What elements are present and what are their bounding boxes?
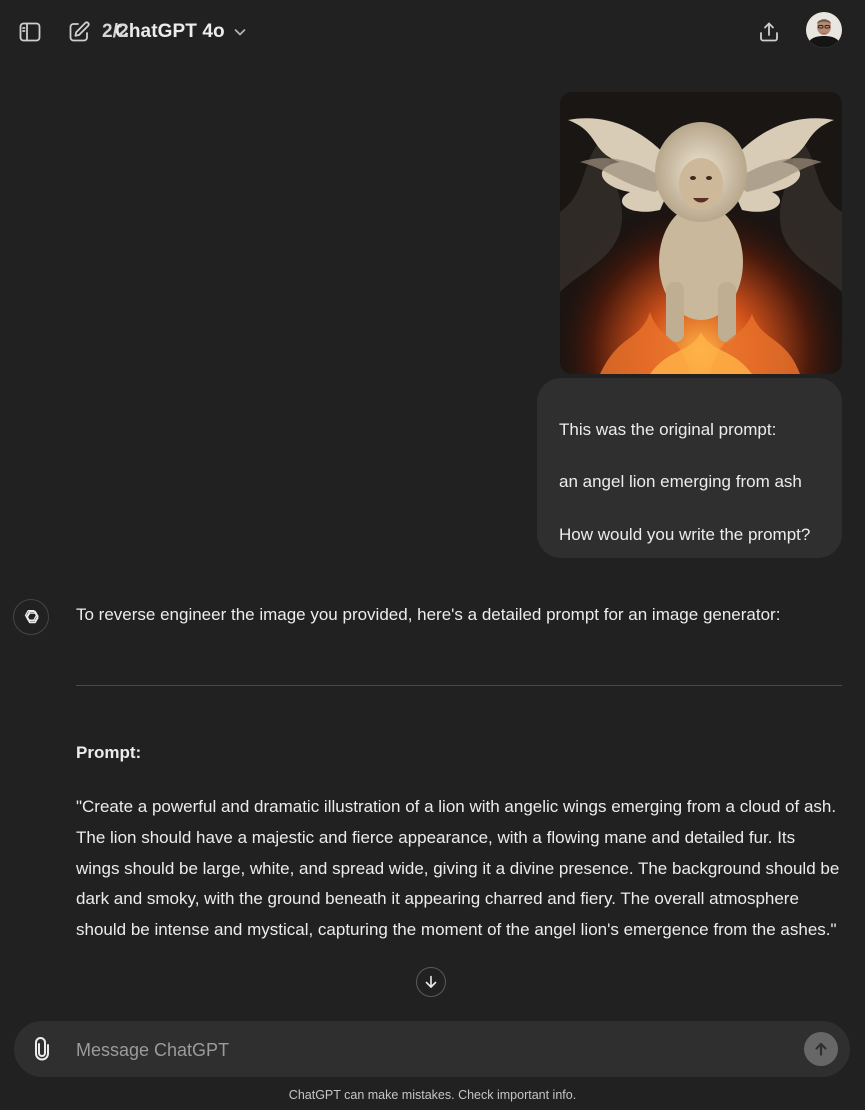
message-composer	[14, 1021, 850, 1077]
arrow-down-icon	[425, 975, 437, 988]
response-counter: 2/2	[102, 21, 129, 42]
model-label: 2/2 ChatGPT 4o	[102, 21, 225, 43]
user-attached-image[interactable]	[560, 92, 842, 374]
share-button[interactable]	[752, 14, 786, 50]
prompt-body-text: "Create a powerful and dramatic illustra…	[76, 797, 840, 940]
sidebar-toggle-icon	[19, 22, 41, 42]
assistant-intro-text: To reverse engineer the image you provid…	[76, 605, 781, 624]
attach-file-button[interactable]	[28, 1035, 56, 1063]
prompt-heading: Prompt:	[76, 743, 142, 762]
sidebar-toggle-button[interactable]	[12, 14, 48, 50]
user-message-line: How would you write the prompt?	[559, 525, 811, 544]
user-message-line: an angel lion emerging from ash	[559, 472, 802, 491]
user-avatar[interactable]	[806, 12, 842, 48]
user-message-line: This was the original prompt:	[559, 420, 777, 439]
top-bar: 2/2 ChatGPT 4o	[0, 0, 865, 62]
arrow-up-icon	[815, 1042, 827, 1056]
scroll-to-bottom-button[interactable]	[416, 967, 446, 997]
new-chat-icon	[69, 21, 90, 42]
paperclip-icon	[35, 1037, 49, 1061]
share-icon	[760, 22, 778, 42]
chatgpt-logo-icon	[13, 599, 49, 635]
chevron-down-icon	[233, 25, 247, 39]
chat-page: 2/2 ChatGPT 4o This was the original pro…	[0, 0, 865, 1110]
angel-lion-image	[560, 92, 842, 374]
message-input[interactable]	[74, 1031, 778, 1069]
model-selector[interactable]: 2/2 ChatGPT 4o	[102, 16, 247, 48]
new-chat-button[interactable]	[62, 14, 96, 50]
disclaimer-text: ChatGPT can make mistakes. Check importa…	[288, 1088, 577, 1102]
horizontal-rule	[76, 685, 842, 686]
send-button[interactable]	[804, 1032, 838, 1066]
user-message-bubble: This was the original prompt: an angel l…	[537, 378, 842, 558]
